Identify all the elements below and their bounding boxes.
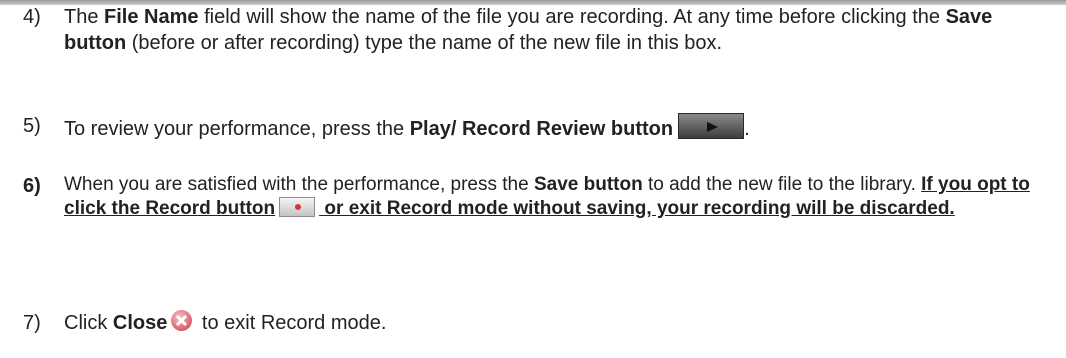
text-run: .	[744, 118, 750, 140]
step-number: 5)	[23, 115, 41, 137]
play-button-icon	[678, 113, 745, 139]
warning-run: or exit Record mode without saving, your…	[319, 198, 955, 219]
text-run: When you are satisfied with the performa…	[64, 174, 534, 195]
close-icon	[171, 310, 193, 331]
text-run: To review your performance, press the	[64, 118, 410, 140]
text-run: to add the new file to the library.	[642, 174, 922, 195]
step-text: The File Name field will show the name o…	[64, 4, 1043, 56]
step-6: 6) When you are satisfied with the perfo…	[23, 173, 1043, 221]
step-text: To review your performance, press the Pl…	[64, 113, 1043, 142]
text-run: (before or after recording) type the nam…	[126, 32, 723, 54]
step-number: 6)	[23, 175, 41, 197]
bold-run: File Name	[104, 6, 199, 28]
text-run: field will show the name of the file you…	[198, 6, 946, 28]
bold-run: Close	[112, 312, 168, 334]
text-run: to exit Record mode.	[196, 312, 387, 334]
step-number: 4)	[23, 6, 41, 28]
step-number: 7)	[23, 312, 41, 334]
record-button-icon	[279, 197, 316, 217]
step-5: 5) To review your performance, press the…	[23, 113, 1043, 142]
step-7: 7) Click Close to exit Record mode.	[23, 310, 1043, 336]
text-run: The	[64, 6, 105, 28]
step-text: When you are satisfied with the performa…	[64, 173, 1043, 221]
bold-run: Play/ Record Review button	[409, 118, 674, 140]
step-4: 4) The File Name field will show the nam…	[23, 4, 1043, 56]
step-text: Click Close to exit Record mode.	[64, 310, 1043, 336]
text-run: Click	[64, 312, 113, 334]
bold-run: Save button	[533, 174, 643, 195]
